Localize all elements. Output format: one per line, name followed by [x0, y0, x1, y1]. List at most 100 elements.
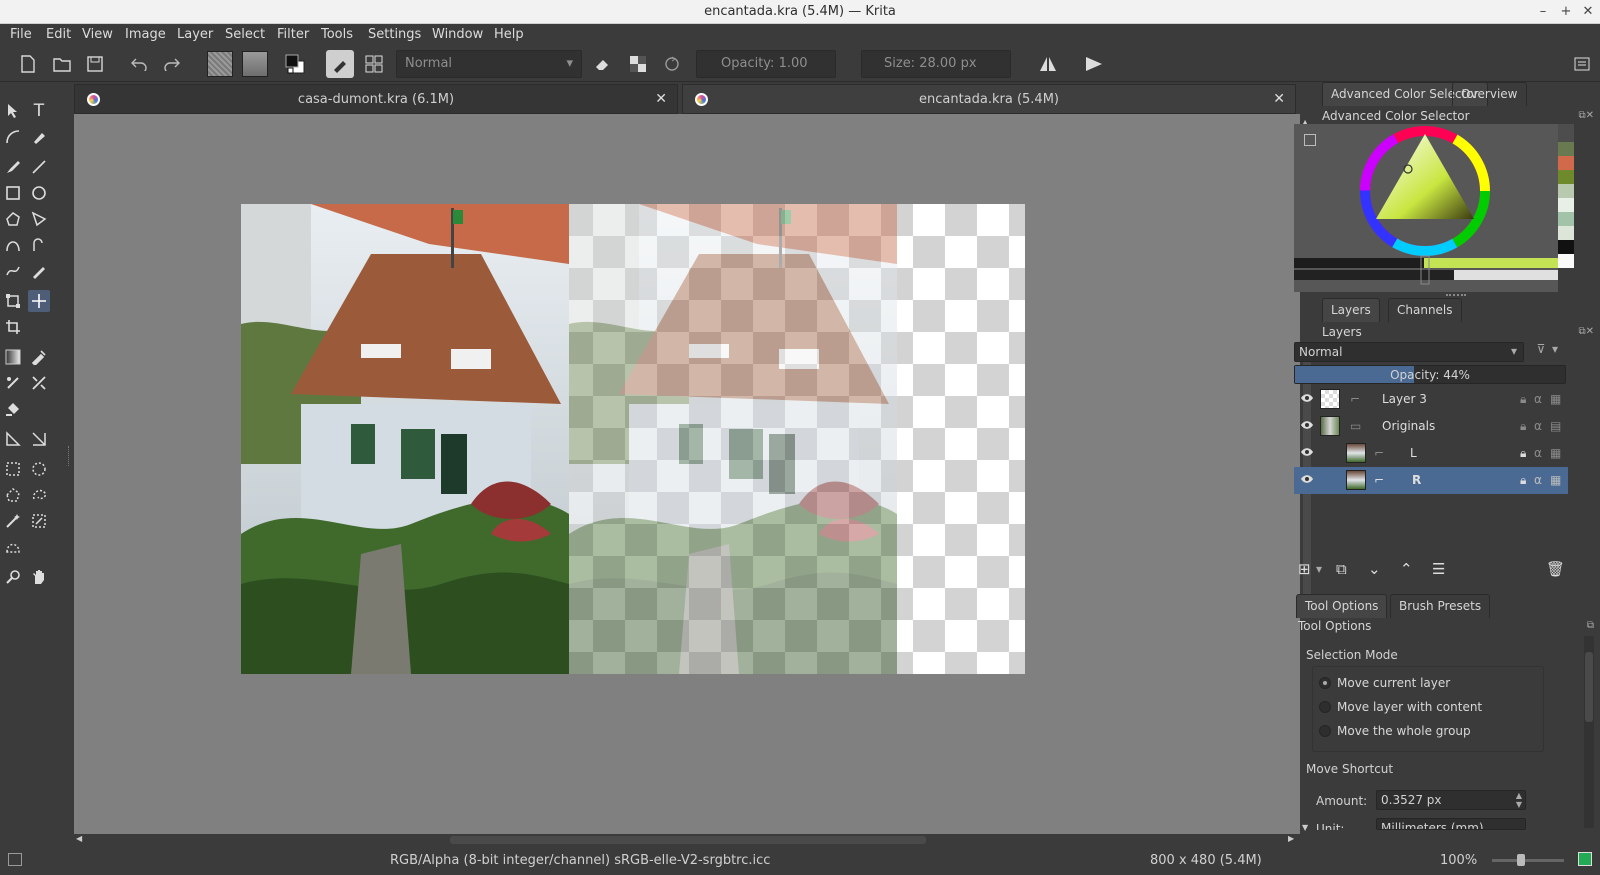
chevron-down-icon[interactable]: ▾ [1552, 342, 1566, 362]
add-layer-icon[interactable]: ⊞ [1298, 560, 1311, 578]
lock-icon[interactable]: 🔒︎ [1520, 446, 1526, 461]
lock-icon[interactable]: 🔒︎ [1520, 419, 1526, 434]
tab-overview[interactable]: Overview [1452, 82, 1527, 106]
preserve-alpha-icon[interactable] [626, 52, 650, 76]
crop-tool-icon[interactable] [2, 316, 24, 338]
zoom-level[interactable]: 100% [1440, 853, 1477, 868]
menu-select[interactable]: Select [225, 27, 265, 42]
move-layer-down-icon[interactable]: ⌄ [1368, 560, 1381, 578]
menu-layer[interactable]: Layer [177, 27, 213, 42]
close-window-icon[interactable]: ✕ [1578, 2, 1598, 22]
undo-icon[interactable] [127, 52, 151, 76]
selection-display-icon[interactable] [8, 853, 22, 866]
float-icon[interactable]: ⧉ [1587, 620, 1594, 631]
inherit-alpha-icon[interactable]: ▦ [1550, 446, 1561, 460]
alpha-lock-icon[interactable]: α [1534, 473, 1542, 487]
inherit-alpha-icon[interactable]: ▦ [1550, 392, 1561, 406]
gradient-preset-icon[interactable] [242, 51, 268, 77]
amount-spinbox[interactable]: 0.3527 px ▲ ▼ [1376, 790, 1526, 810]
tab-brush-presets[interactable]: Brush Presets [1390, 594, 1491, 618]
similar-selection-tool-icon[interactable] [28, 510, 50, 532]
close-tab-icon[interactable]: ✕ [1273, 91, 1285, 107]
tab-encantada[interactable]: encantada.kra (5.4M) ✕ [682, 84, 1296, 114]
freehand-brush-tool-icon[interactable] [2, 156, 24, 178]
bezier-tool-icon[interactable] [2, 234, 24, 256]
passthrough-icon[interactable]: ▤ [1550, 419, 1561, 433]
menu-image[interactable]: Image [125, 27, 166, 42]
menu-view[interactable]: View [82, 27, 113, 42]
rectangle-tool-icon[interactable] [2, 182, 24, 204]
layer-properties-icon[interactable]: ☰ [1432, 560, 1445, 578]
duplicate-layer-icon[interactable]: ⧉ [1336, 560, 1347, 578]
zoom-tool-icon[interactable] [2, 566, 24, 588]
tab-casa-dumont[interactable]: casa-dumont.kra (6.1M) ✕ [74, 84, 678, 114]
layer-row[interactable]: ⌐ L 🔒︎ α ▦ [1294, 440, 1568, 467]
smart-patch-tool-icon[interactable] [2, 372, 24, 394]
save-icon[interactable] [83, 52, 107, 76]
open-document-icon[interactable] [50, 52, 74, 76]
layer-row[interactable]: ⌐ Layer 3 🔒︎ α ▦ [1294, 386, 1568, 413]
tab-tool-options[interactable]: Tool Options [1296, 594, 1388, 618]
layer-row[interactable]: ▭ Originals 🔒︎ α ▤ [1294, 413, 1568, 440]
multibrush-tool-icon[interactable] [28, 260, 50, 282]
fill-pattern-icon[interactable] [207, 51, 233, 77]
calligraphy-tool-icon[interactable] [28, 126, 50, 148]
menu-help[interactable]: Help [494, 27, 524, 42]
alpha-lock-icon[interactable]: α [1534, 419, 1542, 433]
chevron-down-icon[interactable]: ▾ [1316, 562, 1322, 576]
dynamic-brush-tool-icon[interactable] [2, 260, 24, 282]
delete-layer-icon[interactable]: 🗑︎ [1546, 560, 1565, 578]
fill-tool-icon[interactable] [2, 398, 24, 420]
menu-edit[interactable]: Edit [46, 27, 71, 42]
float-close-icon[interactable]: ⧉✕ [1578, 326, 1594, 337]
reference-tool-icon[interactable] [28, 428, 50, 450]
minimize-icon[interactable]: – [1533, 2, 1553, 22]
color-selector-area[interactable] [1294, 124, 1558, 292]
text-tool-icon[interactable]: T [28, 100, 50, 122]
tab-layers[interactable]: Layers [1322, 298, 1380, 322]
alpha-lock-icon[interactable]: α [1534, 446, 1542, 460]
alpha-lock-icon[interactable]: α [1534, 392, 1542, 406]
bezier-selection-tool-icon[interactable] [2, 536, 24, 558]
magic-wand-tool-icon[interactable] [2, 510, 24, 532]
toolbox-resize-handle[interactable] [68, 446, 71, 466]
visibility-eye-icon[interactable] [1300, 420, 1314, 430]
canvas-area[interactable] [74, 114, 1300, 834]
document-image[interactable] [74, 114, 1300, 834]
layer-filter-icon[interactable]: ⊽ [1530, 342, 1552, 362]
freehand-path-tool-icon[interactable] [28, 234, 50, 256]
layer-row-selected[interactable]: ⌐ R 🔒︎ α ▦ [1294, 467, 1568, 494]
menu-window[interactable]: Window [432, 27, 483, 42]
mirror-vertical-icon[interactable] [1082, 52, 1106, 76]
transform-tool-icon[interactable] [2, 290, 24, 312]
ellipse-selection-tool-icon[interactable] [28, 458, 50, 480]
select-shapes-tool-icon[interactable] [2, 100, 24, 122]
canvas-only-icon[interactable] [1578, 852, 1592, 866]
visibility-eye-icon[interactable] [1300, 474, 1314, 484]
visibility-eye-icon[interactable] [1300, 447, 1314, 457]
redo-icon[interactable] [160, 52, 184, 76]
radio-move-current-layer[interactable] [1319, 677, 1331, 689]
tab-channels[interactable]: Channels [1388, 298, 1462, 322]
brush-presets-grid-icon[interactable] [362, 52, 386, 76]
new-document-icon[interactable] [16, 52, 40, 76]
measure-tool-icon[interactable] [2, 428, 24, 450]
eraser-mode-icon[interactable] [590, 52, 614, 76]
layer-opacity-slider[interactable]: Opacity: 44% [1294, 365, 1566, 384]
radio-move-layer-with-content[interactable] [1319, 701, 1331, 713]
horizontal-scroll-thumb[interactable] [450, 836, 926, 844]
polygon-selection-tool-icon[interactable] [2, 484, 24, 506]
visibility-eye-icon[interactable] [1300, 393, 1314, 403]
brush-preset-icon[interactable] [326, 50, 354, 78]
menu-tools[interactable]: Tools [321, 27, 353, 42]
color-history-strip[interactable] [1558, 124, 1574, 292]
size-slider[interactable]: Size: 28.00 px [861, 50, 1011, 78]
ellipse-tool-icon[interactable] [28, 182, 50, 204]
radio-move-whole-group[interactable] [1319, 725, 1331, 737]
color-wheel[interactable] [1294, 124, 1558, 292]
polygon-tool-icon[interactable] [2, 208, 24, 230]
maximize-icon[interactable]: + [1556, 2, 1576, 22]
opacity-slider[interactable]: Opacity: 1.00 [696, 50, 836, 78]
polyline-tool-icon[interactable] [28, 208, 50, 230]
unit-select[interactable]: Millimeters (mm) [1376, 818, 1526, 830]
